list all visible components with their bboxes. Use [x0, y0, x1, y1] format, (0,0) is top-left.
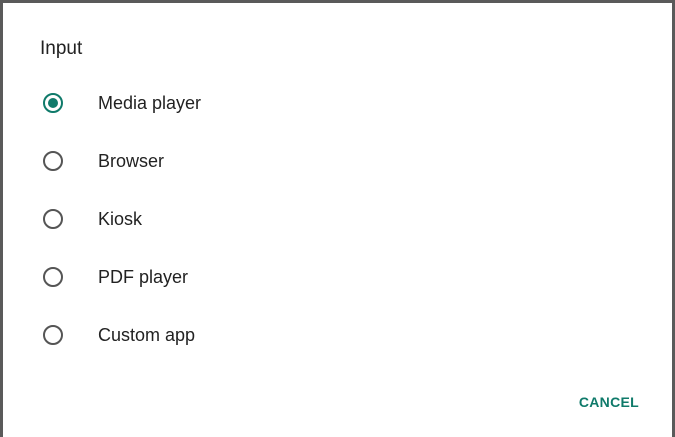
radio-button-kiosk[interactable]	[43, 209, 63, 229]
option-label-browser: Browser	[98, 151, 165, 171]
option-browser[interactable]: Browser	[3, 132, 672, 190]
dialog-title: Input	[40, 38, 83, 59]
option-label-kiosk: Kiosk	[98, 209, 143, 229]
option-label-media-player: Media player	[98, 93, 202, 113]
option-pdf-player[interactable]: PDF player	[3, 248, 672, 306]
radio-button-media-player[interactable]	[43, 93, 63, 113]
radio-button-pdf-player[interactable]	[43, 267, 63, 287]
radio-button-browser[interactable]	[43, 151, 63, 171]
option-media-player[interactable]: Media player	[3, 74, 672, 132]
option-label-pdf-player: PDF player	[98, 267, 189, 287]
cancel-button[interactable]: CANCEL	[579, 393, 639, 411]
radio-button-custom-app[interactable]	[43, 325, 63, 345]
option-custom-app[interactable]: Custom app	[3, 306, 672, 364]
option-label-custom-app: Custom app	[98, 325, 196, 345]
option-kiosk[interactable]: Kiosk	[3, 190, 672, 248]
input-dialog: Input Media player Browser Kiosk PDF pla…	[0, 0, 675, 437]
